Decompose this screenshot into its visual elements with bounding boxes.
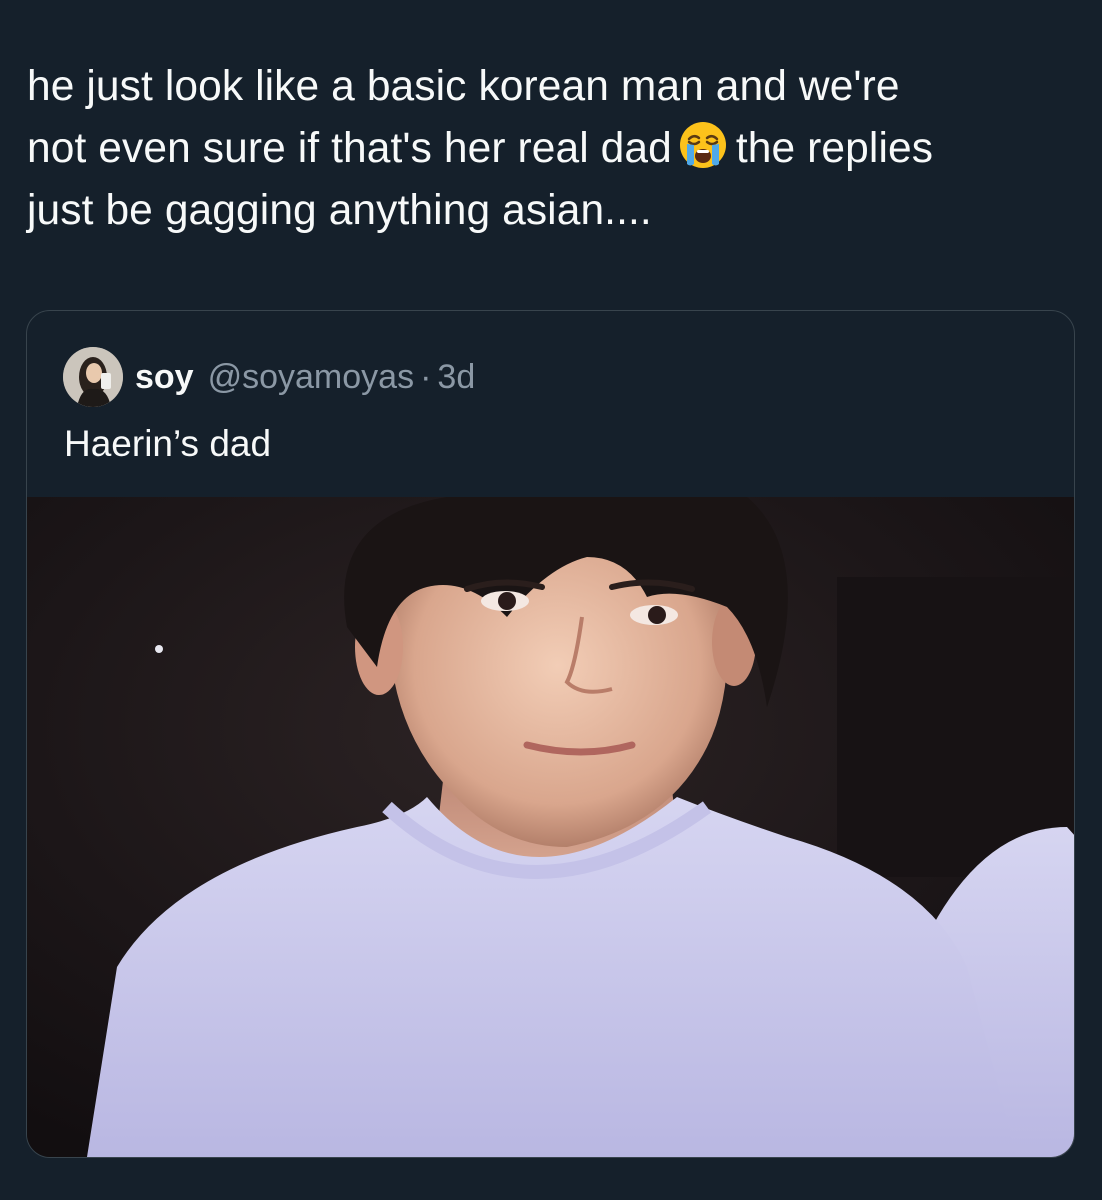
tweet-text-line-3: just be gagging anything asian.... [27, 187, 652, 234]
timestamp[interactable]: 3d [437, 358, 475, 397]
avatar[interactable] [63, 347, 123, 407]
author-name[interactable]: soy [135, 358, 194, 397]
quoted-tweet-text: Haerin’s dad [64, 423, 272, 464]
tweet-text-line-1: he just look like a basic korean man and… [27, 63, 900, 110]
quoted-tweet-photo[interactable] [27, 497, 1074, 1157]
loudly-crying-face-icon [679, 122, 726, 168]
author-handle[interactable]: @soyamoyas [208, 358, 414, 397]
separator: · [420, 357, 432, 396]
quoted-tweet-header: soy @soyamoyas · 3d [63, 347, 475, 407]
tweet-text-line-2a: not even sure if that's her real dad [27, 125, 672, 172]
quoted-tweet-card[interactable]: soy @soyamoyas · 3d Haerin’s dad [26, 310, 1075, 1158]
photo-of-man-in-white-tshirt [27, 497, 1074, 1157]
tweet-body: he just look like a basic korean man and… [27, 56, 1077, 242]
tweet-text-line-2: not even sure if that's her real dad the… [27, 118, 1077, 180]
avatar-image [63, 347, 123, 407]
tweet-text-line-2b: the replies [735, 125, 934, 172]
